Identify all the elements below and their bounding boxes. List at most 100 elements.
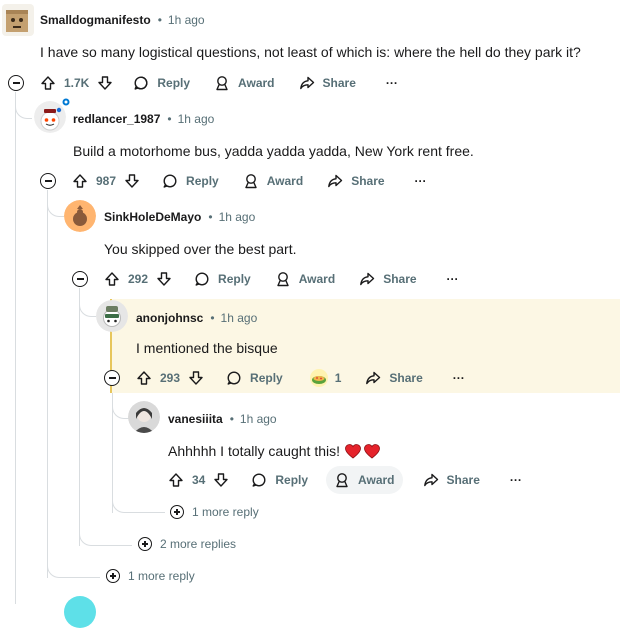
more-options-button[interactable]: ··· bbox=[415, 174, 427, 188]
award-icon bbox=[245, 174, 257, 189]
downvote-icon[interactable] bbox=[213, 472, 229, 488]
separator: • bbox=[208, 210, 213, 224]
comment-meta: anonjohnsc • 1h ago bbox=[136, 311, 257, 325]
share-icon bbox=[360, 272, 375, 286]
downvote-icon[interactable] bbox=[156, 271, 172, 287]
thread-line-level1[interactable] bbox=[15, 92, 16, 604]
more-options-button[interactable]: ··· bbox=[453, 371, 465, 385]
expand-icon bbox=[138, 537, 152, 551]
thread-connector bbox=[79, 288, 96, 317]
award-button[interactable]: Award bbox=[243, 173, 303, 189]
award-given-button[interactable]: 1 bbox=[309, 368, 341, 388]
reply-button[interactable]: Reply bbox=[133, 75, 190, 91]
avatar[interactable] bbox=[128, 401, 160, 433]
separator: • bbox=[229, 412, 234, 426]
downvote-icon[interactable] bbox=[188, 370, 204, 386]
reply-icon bbox=[195, 272, 209, 286]
timestamp[interactable]: 1h ago bbox=[240, 412, 277, 426]
username-link[interactable]: anonjohnsc bbox=[136, 311, 203, 325]
award-button[interactable]: Award bbox=[214, 75, 275, 91]
award-button[interactable]: Award bbox=[326, 466, 403, 494]
share-button[interactable]: Share bbox=[365, 370, 423, 386]
share-icon bbox=[423, 473, 438, 487]
share-icon bbox=[366, 371, 381, 385]
thread-connector bbox=[112, 480, 165, 513]
award-icon bbox=[336, 473, 348, 488]
username-link[interactable]: redlancer_1987 bbox=[73, 112, 160, 126]
reply-button[interactable]: Reply bbox=[162, 173, 219, 189]
username-link[interactable]: SinkHoleDeMayo bbox=[104, 210, 201, 224]
more-replies-link[interactable]: 2 more replies bbox=[138, 537, 236, 551]
comment-actions: 34 Reply Award Share ··· bbox=[168, 466, 522, 494]
thread-connector bbox=[79, 510, 132, 546]
comment-meta: Smalldogmanifesto • 1h ago bbox=[40, 13, 205, 27]
comment-body: I mentioned the bisque bbox=[136, 340, 278, 356]
separator: • bbox=[167, 112, 172, 126]
reply-button[interactable]: Reply bbox=[226, 370, 283, 386]
upvote-icon[interactable] bbox=[168, 472, 184, 488]
vote-count: 1.7K bbox=[64, 76, 90, 90]
collapse-thread-button[interactable] bbox=[72, 271, 88, 287]
avatar[interactable] bbox=[2, 4, 34, 36]
comment-actions: 292 Reply Award Share ··· bbox=[104, 265, 459, 293]
separator: • bbox=[157, 13, 162, 27]
expand-icon bbox=[170, 505, 184, 519]
username-link[interactable]: vanesiiita bbox=[168, 412, 223, 426]
more-replies-link[interactable]: 1 more reply bbox=[170, 505, 259, 519]
upvote-icon[interactable] bbox=[104, 271, 120, 287]
comment-meta: SinkHoleDeMayo • 1h ago bbox=[104, 210, 255, 224]
avatar[interactable] bbox=[96, 300, 128, 332]
share-button[interactable]: Share bbox=[327, 173, 385, 189]
more-options-button[interactable]: ··· bbox=[510, 473, 522, 487]
thread-line-level2[interactable] bbox=[47, 190, 48, 578]
share-button[interactable]: Share bbox=[423, 472, 480, 488]
timestamp[interactable]: 1h ago bbox=[178, 112, 215, 126]
reply-icon bbox=[163, 174, 177, 188]
avatar[interactable] bbox=[64, 200, 96, 232]
comment-body: Build a motorhome bus, yadda yadda yadda… bbox=[73, 143, 474, 159]
downvote-icon[interactable] bbox=[124, 173, 140, 189]
timestamp[interactable]: 1h ago bbox=[221, 311, 258, 325]
reply-button[interactable]: Reply bbox=[251, 472, 308, 488]
reply-button[interactable]: Reply bbox=[194, 271, 251, 287]
timestamp[interactable]: 1h ago bbox=[219, 210, 256, 224]
share-button[interactable]: Share bbox=[359, 271, 417, 287]
avatar[interactable] bbox=[64, 596, 96, 628]
share-icon bbox=[328, 174, 343, 188]
comment-meta: vanesiiita • 1h ago bbox=[168, 412, 277, 426]
heart-icon bbox=[364, 443, 380, 459]
award-icon bbox=[216, 76, 228, 91]
downvote-icon[interactable] bbox=[97, 75, 113, 91]
thread-connector bbox=[15, 92, 32, 119]
comment-body: I have so many logistical questions, not… bbox=[40, 44, 581, 60]
heart-icon bbox=[345, 443, 361, 459]
more-replies-link[interactable]: 1 more reply bbox=[106, 569, 195, 583]
collapse-thread-button[interactable] bbox=[104, 370, 120, 386]
share-icon bbox=[299, 76, 314, 90]
upvote-icon[interactable] bbox=[40, 75, 56, 91]
vote-count: 987 bbox=[96, 174, 117, 188]
collapse-thread-button[interactable] bbox=[8, 75, 24, 91]
reply-icon bbox=[252, 473, 266, 487]
comment-body: You skipped over the best part. bbox=[104, 241, 297, 257]
timestamp[interactable]: 1h ago bbox=[168, 13, 205, 27]
vote-count: 292 bbox=[128, 272, 149, 286]
thread-line-level3[interactable] bbox=[79, 288, 80, 546]
comment-text: Ahhhhh I totally caught this! bbox=[168, 443, 340, 459]
separator: • bbox=[210, 311, 215, 325]
comment-body: Ahhhhh I totally caught this! bbox=[168, 443, 380, 459]
more-options-button[interactable]: ··· bbox=[386, 76, 398, 90]
comment-meta: redlancer_1987 • 1h ago bbox=[73, 112, 214, 126]
vote-count: 293 bbox=[160, 371, 181, 385]
thread-connector bbox=[47, 190, 64, 217]
comment-actions: 1.7K Reply Award Share ··· bbox=[40, 69, 398, 97]
upvote-icon[interactable] bbox=[136, 370, 152, 386]
collapse-thread-button[interactable] bbox=[40, 173, 56, 189]
upvote-icon[interactable] bbox=[72, 173, 88, 189]
bisque-award-icon bbox=[309, 369, 328, 387]
comment-actions: 293 Reply 1 Share ··· bbox=[136, 364, 465, 392]
username-link[interactable]: Smalldogmanifesto bbox=[40, 13, 151, 27]
more-options-button[interactable]: ··· bbox=[447, 272, 459, 286]
share-button[interactable]: Share bbox=[299, 75, 356, 91]
award-button[interactable]: Award bbox=[275, 271, 335, 287]
